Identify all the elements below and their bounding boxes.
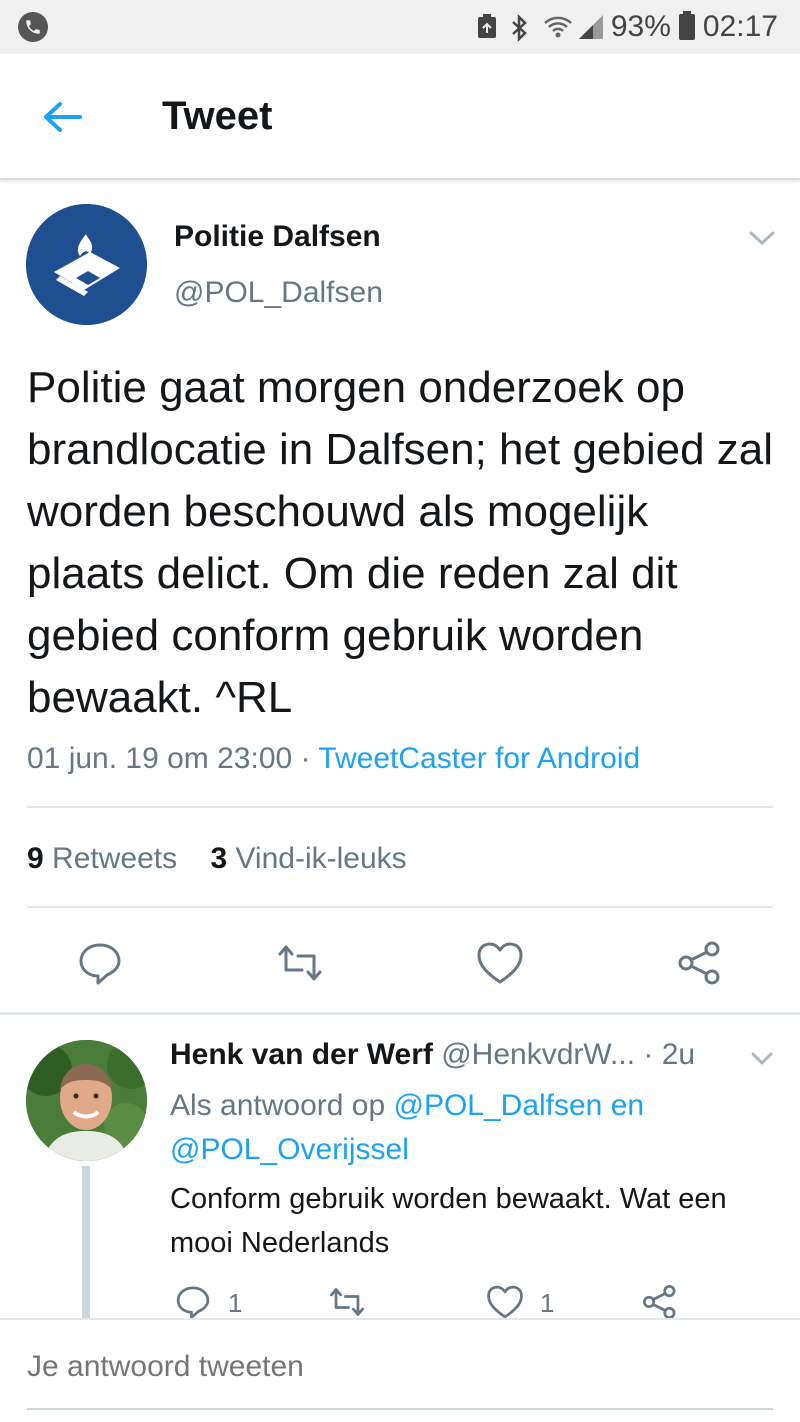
status-bar: 93% 02:17: [0, 0, 800, 54]
bluetooth-icon: [509, 13, 535, 43]
like-heart-icon[interactable]: [486, 1284, 523, 1320]
divider: [27, 906, 773, 908]
retweet-icon[interactable]: [328, 1284, 365, 1320]
wifi-icon: [543, 14, 572, 40]
tweet-meta: 01 jun. 19 om 23:00 · TweetCaster for An…: [27, 742, 640, 776]
battery-icon: [678, 11, 695, 40]
chevron-down-icon[interactable]: [748, 228, 776, 248]
reply-text: Conform gebruik worden bewaakt. Wat een …: [170, 1183, 727, 1259]
likes-stat[interactable]: 3 Vind-ik-leuks: [210, 842, 406, 875]
phone-call-icon: [18, 12, 48, 42]
tweet-timestamp: 01 jun. 19 om 23:00: [27, 742, 293, 775]
reply-author-name[interactable]: Henk van der Werf: [170, 1038, 433, 1071]
divider: [27, 806, 773, 808]
retweets-count: 9: [27, 842, 44, 875]
input-underline: [27, 1408, 773, 1410]
tweet-source-link[interactable]: TweetCaster for Android: [318, 742, 640, 775]
page-title: Tweet: [162, 94, 273, 138]
clock: 02:17: [702, 10, 778, 43]
reply-to-context: Als antwoord op @POL_Dalfsen en @POL_Ove…: [170, 1084, 760, 1172]
retweets-label: Retweets: [52, 842, 178, 875]
likes-label: Vind-ik-leuks: [235, 842, 407, 875]
battery-percentage: 93%: [610, 10, 671, 43]
author-name[interactable]: Politie Dalfsen: [174, 220, 381, 254]
like-heart-icon[interactable]: [476, 940, 523, 986]
retweets-stat[interactable]: 9 Retweets: [27, 842, 177, 875]
chevron-down-icon[interactable]: [750, 1050, 774, 1068]
share-icon[interactable]: [641, 1284, 677, 1320]
retweet-icon[interactable]: [276, 940, 322, 986]
mention-link[interactable]: @POL_Dalfsen: [393, 1089, 602, 1122]
likes-count: 3: [210, 842, 228, 875]
like-count: 1: [540, 1288, 555, 1318]
avatar[interactable]: [26, 1040, 147, 1161]
mention-link[interactable]: @POL_Overijssel: [170, 1133, 409, 1166]
author-handle[interactable]: @POL_Dalfsen: [174, 276, 383, 310]
reply-author-handle[interactable]: @HenkvdrW...: [441, 1038, 635, 1071]
and-word: en: [610, 1089, 645, 1122]
divider: [0, 1012, 800, 1015]
share-icon[interactable]: [676, 940, 722, 986]
reply-to-prefix: Als antwoord op: [170, 1089, 386, 1122]
meta-separator: ·: [300, 742, 311, 775]
reply-actions: 1 1: [0, 1284, 800, 1320]
reply-icon[interactable]: [77, 940, 123, 986]
reply-icon[interactable]: [175, 1284, 211, 1320]
tweet-stats: 9 Retweets 3 Vind-ik-leuks: [27, 842, 407, 876]
arrow-left-icon[interactable]: [40, 94, 86, 140]
reply-time: · 2u: [643, 1038, 696, 1071]
battery-saver-icon: [475, 14, 501, 40]
tweet-text: Politie gaat morgen onderzoek op brandlo…: [27, 363, 774, 722]
signal-icon: [577, 14, 603, 40]
top-app-bar: Tweet: [0, 54, 800, 180]
reply-compose-input[interactable]: [27, 1350, 627, 1384]
tweet-actions: [0, 940, 800, 990]
avatar[interactable]: [26, 204, 147, 325]
reply-header: Henk van der Werf @HenkvdrW... · 2u: [170, 1038, 695, 1072]
reply-count: 1: [228, 1288, 243, 1318]
